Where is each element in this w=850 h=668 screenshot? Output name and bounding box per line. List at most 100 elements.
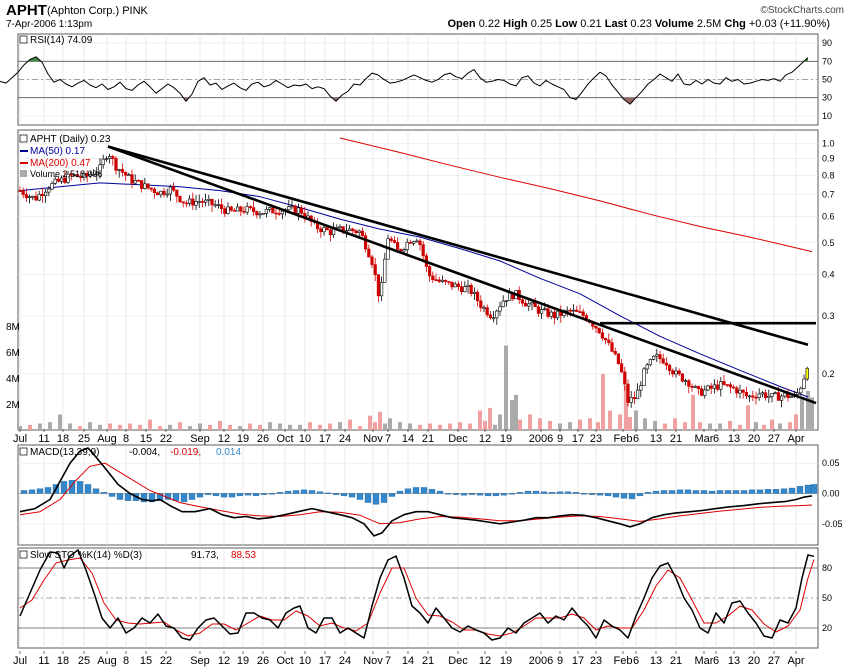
candle-body (495, 310, 499, 319)
candle-body (411, 241, 416, 244)
candle-body (501, 300, 505, 308)
candle-body (383, 258, 387, 283)
candle-body (504, 300, 509, 302)
macd-legend-swatch (19, 447, 28, 456)
candle-body (421, 244, 425, 257)
volume-bar (634, 410, 638, 430)
candle-body (338, 226, 342, 229)
candle-body (597, 327, 601, 334)
candle-body (552, 311, 556, 319)
candle-body (619, 363, 624, 373)
macd-histogram-bar (324, 492, 332, 494)
lower-date-label: 9 (557, 655, 563, 667)
candle-body (616, 353, 620, 365)
candle-body (216, 204, 221, 206)
candle-body (31, 195, 35, 198)
macd-histogram-bar (764, 489, 772, 494)
candle-body (594, 326, 598, 329)
candle-body (725, 384, 729, 386)
volume-bar (514, 394, 518, 430)
candle-body (757, 393, 761, 399)
macd-histogram-bar (724, 490, 732, 494)
macd-histogram-bar (700, 490, 708, 494)
candle-body (175, 189, 179, 197)
lower-date-label: 10 (299, 655, 311, 667)
volume-bar (418, 424, 422, 430)
volume-bar (683, 422, 687, 430)
volume-bar (398, 422, 402, 430)
macd-histogram-bar (292, 490, 300, 494)
upper-date-label: 12 (218, 433, 230, 445)
macd-histogram-bar (404, 488, 412, 494)
candle-body (475, 291, 480, 302)
candle-body (143, 183, 147, 189)
candle-body (133, 180, 137, 184)
candle-body (565, 309, 569, 312)
candle-body (485, 307, 489, 316)
candle-body (770, 393, 774, 397)
lower-date-label: 20 (748, 655, 760, 667)
upper-date-label: 6 (713, 433, 719, 445)
candle-body (252, 207, 256, 212)
candle-body (114, 158, 118, 171)
upper-date-label: 17 (572, 433, 584, 445)
volume-bar (38, 423, 42, 430)
upper-date-label: 17 (319, 433, 331, 445)
candle-body (635, 389, 640, 400)
volume-bar (68, 423, 72, 430)
lower-date-label: 15 (140, 655, 152, 667)
candle-body (459, 286, 464, 293)
macd-histogram-bar (332, 493, 340, 495)
volume-bar (438, 424, 442, 430)
sto-y-tick: 80 (822, 563, 832, 573)
volume-bar (168, 424, 172, 430)
volume-bar (538, 418, 542, 430)
candle-body (136, 180, 141, 182)
candle-body (267, 207, 272, 210)
candle-body (447, 281, 451, 283)
upper-date-label: Sep (190, 433, 210, 445)
candle-body (578, 311, 582, 313)
macd-histogram-bar (284, 490, 292, 494)
candle-body (735, 387, 739, 394)
candle-body (738, 389, 742, 394)
volume-bar (408, 423, 412, 430)
candle-body (152, 188, 157, 194)
candle-body (370, 256, 374, 265)
macd-histogram-bar (516, 492, 524, 494)
rsi-y-tick: 70 (822, 56, 832, 66)
candle-body (443, 279, 448, 282)
lower-date-label: 12 (479, 655, 491, 667)
candle-body (693, 386, 697, 388)
macd-histogram-bar (620, 493, 628, 499)
volume-bar (754, 422, 758, 430)
macd-histogram-bar (380, 493, 388, 503)
macd-histogram-bar (692, 490, 700, 494)
upper-date-label: 19 (237, 433, 249, 445)
upper-date-label: Nov (363, 433, 383, 445)
candle-body (795, 392, 800, 395)
lower-date-label: 2006 (529, 655, 553, 667)
candle-body (722, 381, 726, 385)
lower-date-label: 13 (650, 655, 662, 667)
price-y-tick: 1.0 (822, 139, 835, 149)
macd-histogram-bar (684, 489, 692, 494)
candle-body (40, 193, 44, 196)
volume-bar (618, 414, 622, 430)
candle-body (162, 190, 166, 195)
macd-legend-value: -0.004, (129, 447, 160, 458)
candle-body (354, 230, 358, 233)
macd-histogram-bar (772, 489, 780, 494)
macd-histogram-bar (532, 490, 540, 494)
rsi-y-tick: 90 (822, 38, 832, 48)
macd-histogram-bar (780, 488, 788, 494)
volume-bar (794, 414, 798, 430)
upper-date-label: Jul (13, 433, 27, 445)
volume-bar (708, 423, 712, 430)
macd-histogram-bar (180, 493, 188, 503)
macd-histogram-bar (316, 491, 324, 494)
candle-body (715, 384, 720, 390)
sto-y-tick: 20 (822, 623, 832, 633)
candle-body (24, 194, 29, 199)
volume-bar (518, 419, 522, 430)
